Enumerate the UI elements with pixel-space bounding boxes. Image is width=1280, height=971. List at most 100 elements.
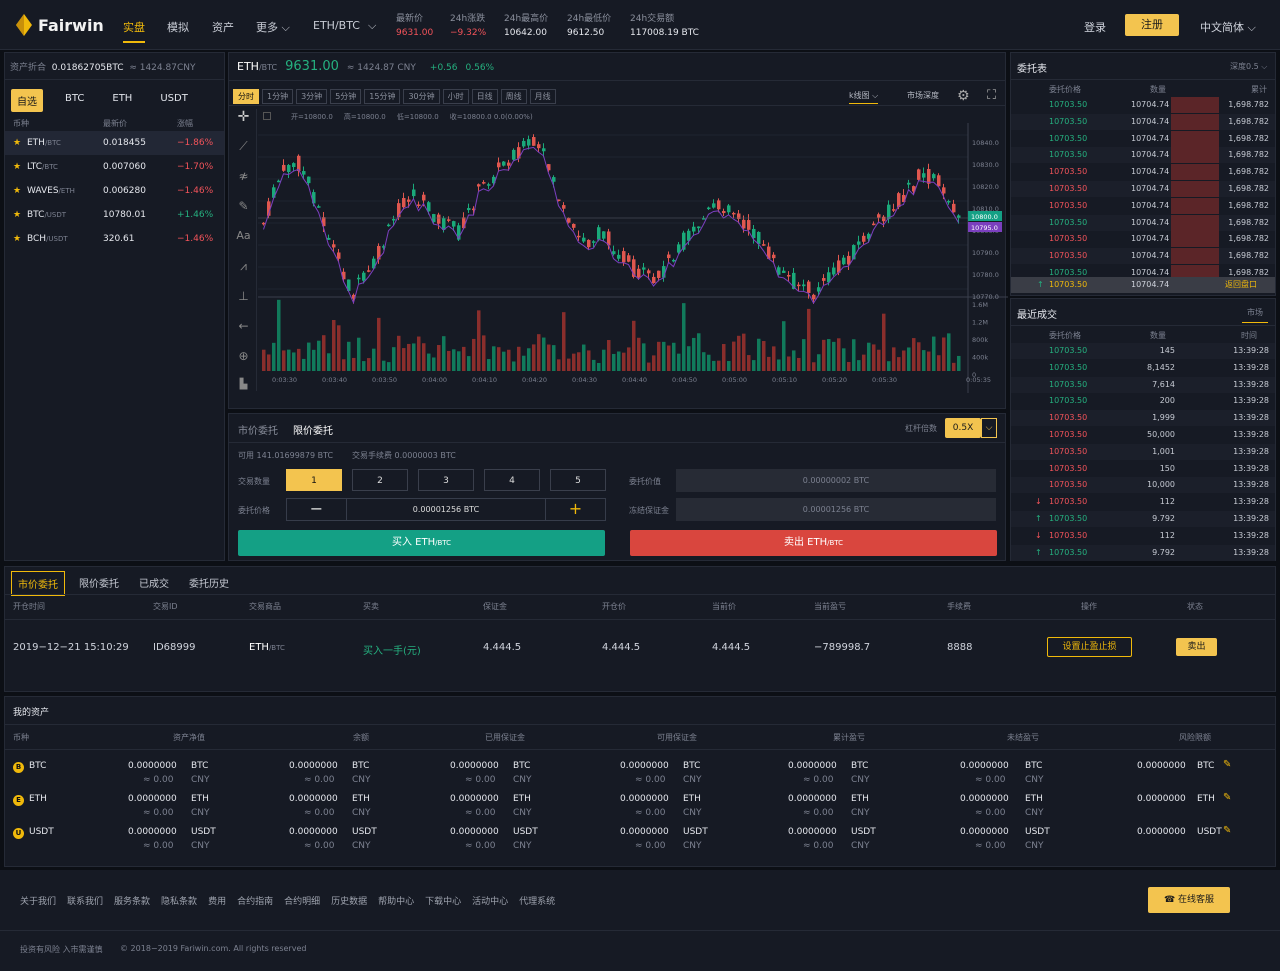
text-tool-icon[interactable]: Aa — [231, 229, 256, 259]
footer-link[interactable]: 活动中心 — [472, 894, 508, 907]
footer-link[interactable]: 帮助中心 — [378, 894, 414, 907]
candlestick-chart[interactable]: 10840.010830.010820.010810.010800.010790… — [258, 123, 1008, 409]
orderbook-row[interactable]: 10703.50 10704.74 1,698.782 — [1011, 197, 1275, 214]
qty-option-4[interactable]: 4 — [484, 469, 540, 491]
market-tab-2[interactable]: ETH — [106, 89, 138, 112]
price-decrement-button[interactable]: − — [287, 499, 347, 520]
language-selector[interactable]: 中文简体 ⌵ — [1200, 19, 1256, 35]
market-tab-0[interactable]: 自选 — [11, 89, 43, 112]
risk-limit-unit: ETH — [1197, 794, 1215, 804]
leverage-value[interactable]: 0.5X — [945, 418, 981, 438]
ruler-icon[interactable]: ▙ — [231, 379, 256, 399]
orderbook-row[interactable]: 10703.50 10704.74 1,698.782 — [1011, 113, 1275, 130]
interval-6[interactable]: 小时 — [442, 89, 469, 104]
interval-3[interactable]: 5分钟 — [330, 89, 362, 104]
footer-link[interactable]: 联系我们 — [67, 894, 103, 907]
star-icon[interactable]: ★ — [13, 227, 21, 251]
orderbook-row[interactable]: 10703.50 10704.74 1,698.782 — [1011, 181, 1275, 197]
interval-4[interactable]: 15分钟 — [364, 89, 401, 104]
footer-link[interactable]: 关于我们 — [20, 894, 56, 907]
orderbook-row[interactable]: 10703.50 10704.74 1,698.782 — [1011, 248, 1275, 265]
edit-pencil-icon[interactable]: ✎ — [1223, 792, 1231, 803]
orderbook-row[interactable]: 10703.50 10704.74 1,698.782 — [1011, 97, 1275, 113]
interval-9[interactable]: 月线 — [529, 89, 556, 104]
position-tab-0[interactable]: 市价委托 — [11, 571, 65, 596]
online-support-button[interactable]: ☎ 在线客服 — [1148, 887, 1230, 913]
market-tab-1[interactable]: BTC — [59, 89, 90, 112]
position-tab-1[interactable]: 限价委托 — [73, 571, 125, 596]
interval-7[interactable]: 日线 — [471, 89, 498, 104]
position-tab-2[interactable]: 已成交 — [133, 571, 175, 596]
depth-selector[interactable]: 深度0.5 ⌵ — [1230, 61, 1267, 72]
position-tab-3[interactable]: 委托历史 — [183, 571, 235, 596]
footer-link[interactable]: 隐私条款 — [161, 894, 197, 907]
orderbook-row[interactable]: 10703.50 10704.74 1,698.782 — [1011, 214, 1275, 231]
login-button[interactable]: 登录 — [1084, 19, 1106, 35]
close-position-button[interactable]: 卖出 — [1176, 638, 1217, 656]
qty-option-5[interactable]: 5 — [550, 469, 606, 491]
footer-link[interactable]: 费用 — [208, 894, 226, 907]
market-row[interactable]: ★ BCH/USDT 320.61 −1.46% — [5, 227, 224, 251]
qty-option-1[interactable]: 1 — [286, 469, 342, 491]
price-increment-button[interactable]: + — [545, 499, 605, 520]
interval-5[interactable]: 30分钟 — [403, 89, 440, 104]
tab-market-trades[interactable]: 市场 — [1242, 307, 1268, 323]
pattern-icon[interactable]: ⩘ — [231, 259, 256, 289]
settings-gear-icon[interactable]: ⚙ — [957, 88, 970, 104]
star-icon[interactable]: ★ — [13, 179, 21, 203]
market-row[interactable]: ★ BTC/USDT 10780.01 +1.46% — [5, 203, 224, 227]
nav-live[interactable]: 实盘 — [123, 19, 145, 43]
qty-option-3[interactable]: 3 — [418, 469, 474, 491]
pair-selector[interactable]: ETH/BTC ⌵ — [313, 19, 376, 33]
market-row[interactable]: ★ ETH/BTC 0.018455 −1.86% — [5, 131, 224, 155]
market-row[interactable]: ★ WAVES/ETH 0.006280 −1.46% — [5, 179, 224, 203]
buy-button[interactable]: 买入 ETH/BTC — [238, 530, 605, 556]
fullscreen-icon[interactable]: ⛶ — [987, 88, 996, 103]
zoom-in-icon[interactable]: ⊕ — [231, 349, 256, 379]
footer-link[interactable]: 合约指南 — [237, 894, 273, 907]
leverage-dropdown-icon[interactable]: ⌵ — [981, 418, 997, 438]
logo[interactable]: Fairwin — [16, 14, 104, 36]
nav-assets[interactable]: 资产 — [212, 19, 234, 35]
chevron-down-icon: ⌵ — [278, 21, 290, 34]
back-arrow-icon[interactable]: ← — [231, 319, 256, 349]
interval-1[interactable]: 1分钟 — [262, 89, 294, 104]
tab-limit-order[interactable]: 限价委托 — [293, 422, 333, 437]
interval-8[interactable]: 周线 — [500, 89, 527, 104]
crosshair-icon[interactable]: ✛ — [231, 109, 256, 139]
edit-pencil-icon[interactable]: ✎ — [1223, 759, 1231, 770]
interval-0[interactable]: 分时 — [233, 89, 259, 104]
star-icon[interactable]: ★ — [13, 155, 21, 179]
orderbook-row[interactable]: 10703.50 10704.74 1,698.782 — [1011, 164, 1275, 181]
tab-market-order[interactable]: 市价委托 — [238, 422, 278, 437]
fib-icon[interactable]: ≉ — [231, 169, 256, 199]
interval-2[interactable]: 3分钟 — [296, 89, 328, 104]
nav-demo[interactable]: 模拟 — [167, 19, 189, 35]
measure-icon[interactable]: ⊥ — [231, 289, 256, 319]
register-button[interactable]: 注册 — [1125, 14, 1179, 36]
footer-link[interactable]: 历史数据 — [331, 894, 367, 907]
nav-more[interactable]: 更多 ⌵ — [256, 19, 290, 35]
orderbook-row[interactable]: 10703.50 10704.74 1,698.782 — [1011, 130, 1275, 147]
trendline-icon[interactable]: ⟋ — [231, 139, 256, 169]
orderbook-row[interactable]: 10703.50 10704.74 1,698.782 — [1011, 147, 1275, 164]
footer-link[interactable]: 合约明细 — [284, 894, 320, 907]
star-icon[interactable]: ★ — [13, 131, 21, 155]
back-to-book-button[interactable]: 返回盘口 — [1225, 277, 1257, 293]
kline-selector[interactable]: k线图 ⌵ — [849, 90, 879, 104]
footer-link[interactable]: 代理系统 — [519, 894, 555, 907]
market-row[interactable]: ★ LTC/BTC 0.007060 −1.70% — [5, 155, 224, 179]
footer-link[interactable]: 下载中心 — [425, 894, 461, 907]
set-tp-sl-button[interactable]: 设置止盈止损 — [1047, 637, 1132, 657]
orderbook-row[interactable]: 10703.50 10704.74 1,698.782 — [1011, 231, 1275, 248]
ohlc-toggle-checkbox[interactable] — [263, 112, 271, 120]
footer-link[interactable]: 服务条款 — [114, 894, 150, 907]
price-input[interactable]: 0.00001256 BTC — [347, 499, 545, 520]
market-depth-tab[interactable]: 市场深度 — [907, 90, 939, 101]
sell-button[interactable]: 卖出 ETH/BTC — [630, 530, 997, 556]
qty-option-2[interactable]: 2 — [352, 469, 408, 491]
edit-pencil-icon[interactable]: ✎ — [1223, 825, 1231, 836]
market-tab-3[interactable]: USDT — [154, 89, 193, 112]
brush-icon[interactable]: ✎ — [231, 199, 256, 229]
star-icon[interactable]: ★ — [13, 203, 21, 227]
